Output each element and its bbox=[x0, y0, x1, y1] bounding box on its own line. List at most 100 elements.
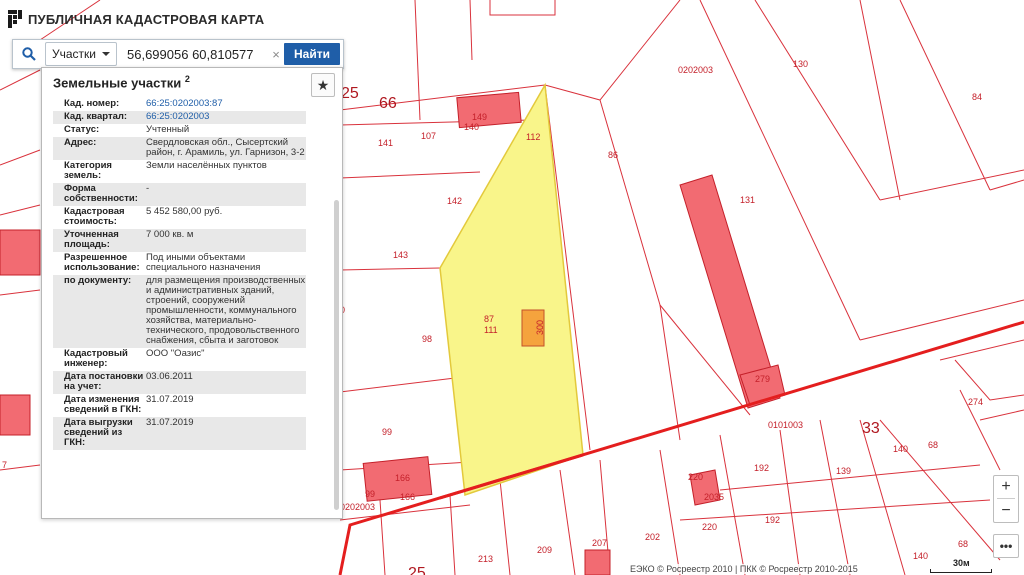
property-key: Кад. квартал: bbox=[64, 111, 128, 122]
property-value: 31.07.2019 bbox=[146, 417, 194, 428]
panel-scrollbar[interactable] bbox=[334, 200, 339, 510]
property-key: Форма собственности: bbox=[64, 183, 138, 204]
properties-table: Кад. номер: 66:25:0202003:87 Кад. квартал:… bbox=[53, 98, 306, 450]
parcel-number: 111 bbox=[484, 325, 498, 335]
parcel-number: 220 bbox=[688, 472, 703, 482]
parcel-number: 207 bbox=[592, 538, 607, 548]
zoom-controls: + − bbox=[993, 475, 1019, 523]
parcel-number: 99 bbox=[382, 427, 392, 437]
search-type-select[interactable]: Участки bbox=[45, 42, 117, 66]
parcel-number: 166 bbox=[395, 473, 410, 483]
property-row: Категория земель: Земли населённых пункто… bbox=[53, 160, 306, 183]
property-row: Дата выгрузки сведений из ГКН: 31.07.2019 bbox=[53, 417, 306, 450]
property-row: Адрес: Свердловская обл., Сысертский райо… bbox=[53, 137, 306, 160]
zoom-divider bbox=[994, 498, 1018, 500]
property-value: Земли населённых пунктов bbox=[146, 160, 267, 171]
quarter-label: 0101003 bbox=[768, 420, 803, 430]
parcel-number: 84 bbox=[972, 92, 982, 102]
search-input[interactable]: 56,699056 60,810577 bbox=[117, 47, 268, 62]
property-link[interactable]: 66:25:0202003 bbox=[146, 112, 306, 122]
parcel-number: 141 bbox=[378, 138, 393, 148]
property-value: 5 452 580,00 руб. bbox=[146, 206, 223, 217]
app-brand[interactable]: ПУБЛИЧНАЯ КАДАСТРОВАЯ КАРТА bbox=[8, 8, 264, 30]
parcel-number: 112 bbox=[526, 132, 540, 142]
parcel-number: 68 bbox=[928, 440, 938, 450]
parcel-number: 142 bbox=[447, 196, 462, 206]
parcel-number: 7 bbox=[2, 460, 7, 470]
parcel-number: 220 bbox=[702, 522, 717, 532]
parcel-number: 149 bbox=[472, 112, 487, 122]
quarter-label: 0202003 bbox=[678, 65, 713, 75]
property-value: 03.06.2011 bbox=[146, 371, 193, 382]
parcel-number: 98 bbox=[422, 334, 432, 344]
parcel-info-panel: Земельные участки 2 ★ Кад. номер: 66:25:0… bbox=[41, 67, 343, 519]
app-title: ПУБЛИЧНАЯ КАДАСТРОВАЯ КАРТА bbox=[28, 11, 265, 27]
clear-icon[interactable]: × bbox=[268, 47, 284, 62]
parcel-number: 130 bbox=[793, 59, 808, 69]
property-row: Разрешенное использование: Под иными объе… bbox=[53, 252, 306, 275]
app-logo-icon bbox=[8, 10, 22, 28]
result-count: 2 bbox=[184, 74, 190, 84]
property-key: Разрешенное использование: bbox=[64, 252, 140, 273]
parcel-number: 140 bbox=[464, 122, 479, 132]
search-icon[interactable] bbox=[13, 40, 45, 68]
search-bar: Участки 56,699056 60,810577 × Найти bbox=[12, 39, 344, 69]
parcel-number: 274 bbox=[968, 397, 983, 407]
property-row: Форма собственности: - bbox=[53, 183, 306, 206]
parcel-number: 131 bbox=[740, 195, 755, 205]
parcel-number: 140 bbox=[893, 444, 908, 454]
property-value: Учтенный bbox=[146, 124, 190, 135]
property-value: 7 000 кв. м bbox=[146, 229, 194, 240]
property-row: Кадастровая стоимость: 5 452 580,00 руб. bbox=[53, 206, 306, 229]
property-link[interactable]: 66:25:0202003:87 bbox=[146, 99, 306, 109]
parcel-number: 140 bbox=[913, 551, 928, 561]
property-key: Адрес: bbox=[64, 137, 97, 148]
property-row: по документу: для размещения производстве… bbox=[53, 275, 306, 348]
property-row: Дата постановки на учет: 03.06.2011 bbox=[53, 371, 306, 394]
search-type-label: Участки bbox=[52, 47, 96, 61]
zoom-out-button[interactable]: − bbox=[994, 500, 1018, 522]
property-key: по документу: bbox=[64, 275, 132, 286]
district-label: 25 bbox=[408, 565, 426, 575]
attribution: ЕЭКО © Росреестр 2010 | ПКК © Росреестр … bbox=[628, 564, 860, 574]
parcel-number: 192 bbox=[765, 515, 780, 525]
parcel-number: 68 bbox=[958, 539, 968, 549]
chevron-down-icon bbox=[102, 52, 110, 56]
parcel-number: 2035 bbox=[704, 492, 724, 502]
parcel-number: 192 bbox=[754, 463, 769, 473]
favorite-star-icon[interactable]: ★ bbox=[311, 73, 335, 97]
search-submit-button[interactable]: Найти bbox=[284, 43, 340, 65]
property-key: Уточненная площадь: bbox=[64, 229, 119, 250]
parcel-number: 87 bbox=[484, 314, 494, 324]
property-row: Кад. номер: 66:25:0202003:87 bbox=[53, 98, 306, 111]
parcel-number: 166 bbox=[400, 492, 415, 502]
property-key: Статус: bbox=[64, 124, 100, 135]
scale-bar bbox=[930, 569, 992, 573]
parcel-number: 279 bbox=[755, 374, 770, 384]
parcel-number: 213 bbox=[478, 554, 493, 564]
property-value: для размещения производственных и админи… bbox=[146, 275, 306, 346]
parcel-number: 107 bbox=[421, 131, 436, 141]
panel-title-text: Земельные участки bbox=[53, 75, 182, 91]
more-options-button[interactable]: ••• bbox=[993, 534, 1019, 558]
property-row: Дата изменения сведений в ГКН: 31.07.2019 bbox=[53, 394, 306, 417]
property-row: Статус: Учтенный bbox=[53, 124, 306, 137]
property-row: Кадастровый инженер: ООО "Оазис" bbox=[53, 348, 306, 371]
property-key: Кад. номер: bbox=[64, 98, 120, 109]
parcel-number: 86 bbox=[608, 150, 618, 160]
property-key: Дата постановки на учет: bbox=[64, 371, 144, 392]
property-key: Кадастровая стоимость: bbox=[64, 206, 125, 227]
zoom-in-button[interactable]: + bbox=[994, 476, 1018, 498]
property-key: Кадастровый инженер: bbox=[64, 348, 128, 369]
property-value: 31.07.2019 bbox=[146, 394, 194, 405]
parcel-number: 99 bbox=[365, 489, 375, 499]
property-value: Свердловская обл., Сысертский район, г. … bbox=[146, 137, 305, 158]
parcel-number: 300 bbox=[535, 320, 545, 335]
property-value: ООО "Оазис" bbox=[146, 348, 205, 359]
parcel-number: 209 bbox=[537, 545, 552, 555]
district-label: 25 bbox=[341, 85, 359, 102]
panel-title: Земельные участки 2 bbox=[53, 74, 190, 90]
parcel-number: 202 bbox=[645, 532, 660, 542]
property-value: - bbox=[146, 183, 150, 194]
parcel-number: 143 bbox=[393, 250, 408, 260]
